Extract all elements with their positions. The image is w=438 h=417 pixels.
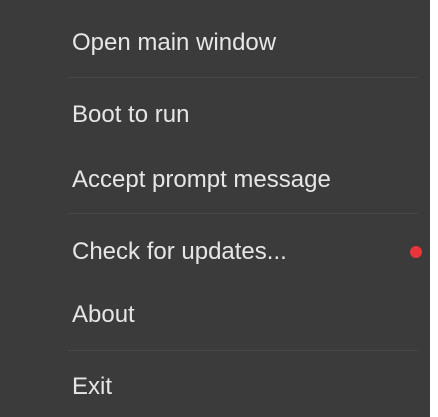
menu-item-accept-prompt-message[interactable]: Accept prompt message: [72, 165, 430, 195]
menu-item-label: About: [72, 301, 135, 328]
menu-item-boot-to-run[interactable]: Boot to run: [72, 100, 430, 130]
menu-item-label: Exit: [72, 373, 113, 400]
menu-divider: [68, 77, 418, 78]
menu-item-label: Check for updates...: [72, 238, 287, 265]
menu-item-label: Open main window: [72, 29, 277, 56]
tray-context-menu: Open main window Boot to run Accept prom…: [0, 0, 430, 417]
menu-item-exit[interactable]: Exit: [72, 372, 430, 402]
menu-item-label: Accept prompt message: [72, 166, 331, 193]
update-available-dot-icon: [410, 246, 422, 258]
menu-item-open-main-window[interactable]: Open main window: [72, 28, 430, 58]
menu-item-about[interactable]: About: [72, 300, 430, 330]
menu-divider: [68, 350, 418, 351]
menu-item-label: Boot to run: [72, 101, 190, 128]
menu-item-check-for-updates[interactable]: Check for updates...: [72, 237, 430, 267]
menu-divider: [68, 213, 418, 214]
